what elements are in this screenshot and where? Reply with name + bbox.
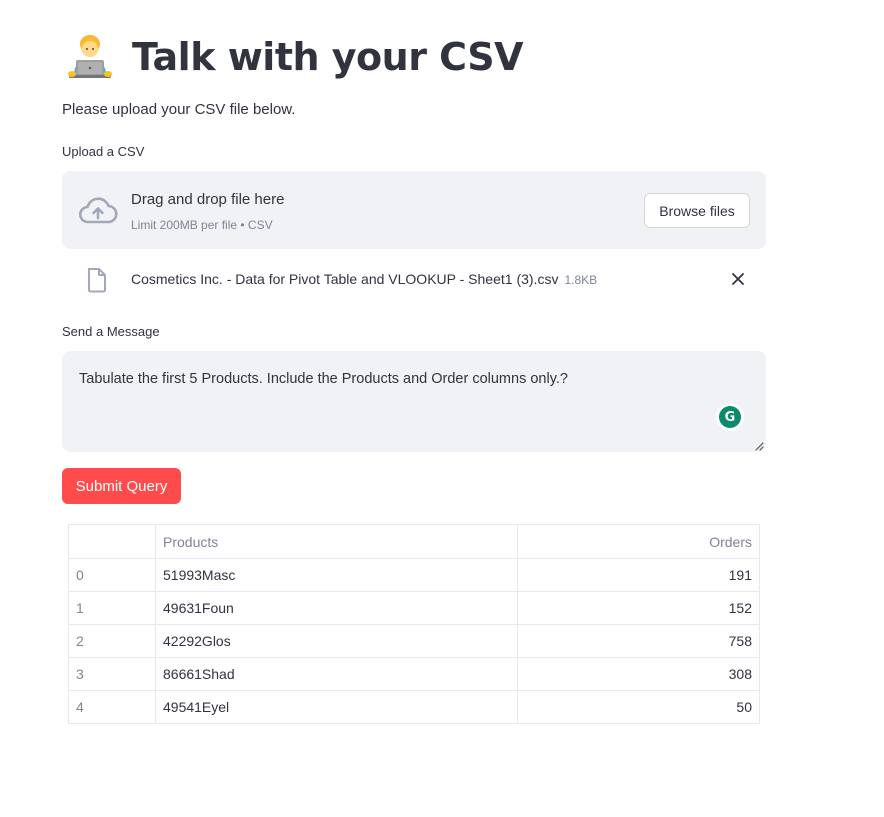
technologist-emoji-icon [64, 31, 116, 83]
product-cell: 51993Masc [156, 559, 518, 591]
title-row: Talk with your CSV [64, 30, 524, 84]
header-orders[interactable]: Orders [518, 525, 759, 558]
file-name: Cosmetics Inc. - Data for Pivot Table an… [131, 271, 559, 287]
row-index: 1 [69, 592, 156, 624]
cloud-upload-icon [78, 195, 118, 225]
dropzone-instructions: Drag and drop file here [131, 191, 285, 208]
row-index: 2 [69, 625, 156, 657]
product-cell: 42292Glos [156, 625, 518, 657]
uploaded-file: Cosmetics Inc. - Data for Pivot Table an… [62, 262, 766, 298]
submit-query-button[interactable]: Submit Query [62, 468, 181, 504]
orders-cell: 191 [728, 567, 752, 583]
file-dropzone[interactable]: Drag and drop file here Limit 200MB per … [62, 171, 766, 249]
row-index: 3 [69, 658, 156, 690]
dropzone-limit: Limit 200MB per file • CSV [131, 218, 273, 232]
file-icon [86, 267, 108, 293]
grammarly-icon[interactable]: G [716, 403, 744, 431]
table-header-row: Products Orders [69, 525, 759, 558]
table-row: 4 49541Eyel 50 [69, 690, 759, 723]
orders-cell: 152 [728, 600, 752, 616]
header-products[interactable]: Products [156, 525, 518, 558]
orders-cell: 758 [728, 633, 752, 649]
product-cell: 86661Shad [156, 658, 518, 690]
file-size: 1.8KB [564, 273, 598, 287]
message-text: Tabulate the first 5 Products. Include t… [79, 371, 568, 387]
product-cell: 49631Foun [156, 592, 518, 624]
table-row: 3 86661Shad 308 [69, 657, 759, 690]
message-textarea[interactable]: Tabulate the first 5 Products. Include t… [62, 351, 766, 452]
table-row: 1 49631Foun 152 [69, 591, 759, 624]
remove-file-close-icon[interactable] [728, 269, 748, 289]
orders-cell: 308 [728, 666, 752, 682]
results-table: Products Orders 0 51993Masc 191 1 49631F… [68, 524, 760, 724]
product-cell: 49541Eyel [156, 691, 518, 723]
table-row: 2 42292Glos 758 [69, 624, 759, 657]
page-title: Talk with your CSV [132, 35, 524, 79]
header-index [69, 525, 156, 558]
intro-text: Please upload your CSV file below. [62, 101, 296, 118]
orders-cell: 50 [736, 699, 752, 715]
row-index: 0 [69, 559, 156, 591]
upload-label: Upload a CSV [62, 144, 145, 159]
resize-handle-icon[interactable] [752, 438, 764, 451]
row-index: 4 [69, 691, 156, 723]
message-label: Send a Message [62, 324, 160, 339]
grammarly-letter: G [719, 406, 741, 428]
browse-files-button[interactable]: Browse files [644, 193, 750, 228]
table-row: 0 51993Masc 191 [69, 558, 759, 591]
